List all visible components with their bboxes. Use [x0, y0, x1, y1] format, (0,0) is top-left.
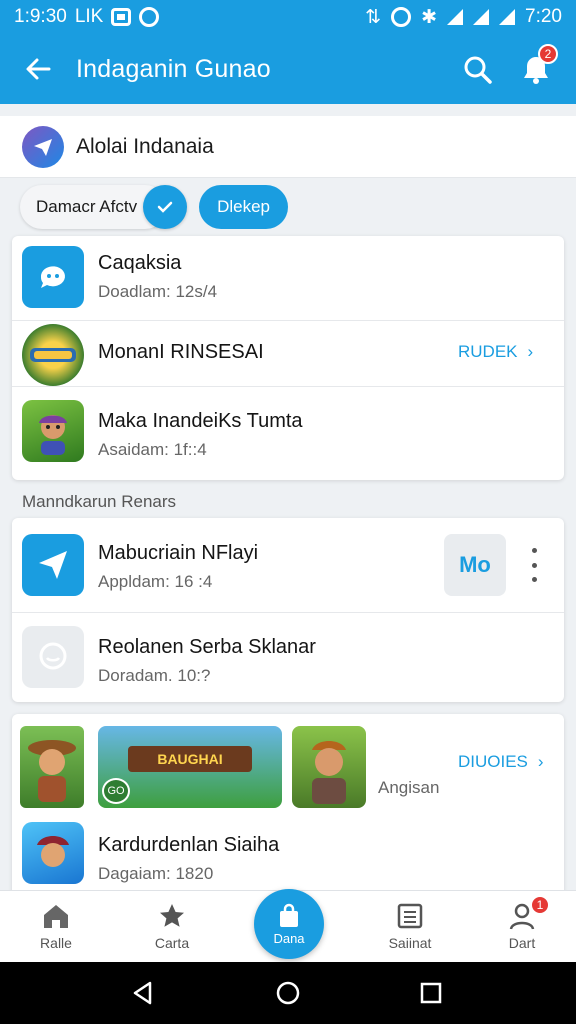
account-name: Alolai Indanaia: [76, 134, 214, 158]
notifications-button[interactable]: 2: [516, 44, 558, 88]
nav-label: Carta: [154, 935, 190, 951]
nav-label: Saiinat: [388, 935, 432, 951]
status-bar: 1:9:30 LIK ⇅ ✱ 7:20: [0, 0, 576, 34]
nav-label: Dana: [273, 930, 305, 946]
bluetooth-icon: ✱: [421, 6, 438, 28]
home-circle-icon: [276, 981, 300, 1005]
filter-chips: Damacr Afctv Dlekep: [20, 182, 289, 232]
star-icon: [132, 901, 212, 931]
character-icon: [22, 822, 84, 884]
section-title: Manndkarun Renars: [22, 492, 177, 511]
banner-title: BAUGHAI: [128, 746, 252, 772]
page-title: Indaganin Gunao: [76, 54, 271, 83]
back-triangle-icon: [133, 981, 152, 1005]
media-card: BAUGHAI GO DIUOIES › Angisan Kardurdenla…: [12, 714, 564, 890]
nav-label: Dart: [508, 935, 536, 951]
game-thumb-2[interactable]: [292, 726, 366, 808]
link-label: DIUOIES: [458, 752, 528, 771]
home-icon: [16, 901, 96, 931]
list-item[interactable]: MonanI RINSESAI RUDEK ›: [12, 320, 564, 386]
app-list-card-2: Mabucriain NFlayi Appldam: 16 :4 Mo Reol…: [12, 518, 564, 702]
back-nav-button[interactable]: [130, 980, 156, 1011]
check-icon: [157, 201, 173, 213]
rudek-link[interactable]: RUDEK ›: [458, 342, 533, 362]
list-item[interactable]: Caqaksia Doadlam: 12s/4: [12, 236, 564, 320]
item-subtitle: Doadlam: 12s/4: [98, 282, 218, 301]
list-icon: [370, 901, 450, 931]
bag-icon: [280, 903, 298, 927]
game-badge-icon: [22, 324, 84, 386]
list-item[interactable]: Reolanen Serba Sklanar Doradam. 10:?: [12, 612, 564, 702]
bottom-navigation: Ralle Carta Dana Saiinat 1 Dart: [0, 889, 576, 962]
item-subtitle: Doradam. 10:?: [98, 666, 211, 685]
account-logo-icon: [22, 125, 64, 168]
back-button[interactable]: [0, 34, 76, 104]
item-title: MonanI RINSESAI: [98, 341, 264, 363]
item-title: Kardurdenlan Siaiha: [98, 834, 280, 856]
chevron-right-icon: ›: [527, 342, 534, 361]
item-title: Mabucriain NFlayi: [98, 542, 259, 564]
game-thumb-1[interactable]: [20, 726, 84, 808]
item-title: Caqaksia: [98, 252, 182, 274]
arrow-left-icon: [26, 58, 51, 80]
data-icon: ⇅: [365, 6, 382, 28]
recents-square-icon: [420, 982, 442, 1004]
status-time-left: 1:9:30: [14, 6, 67, 27]
nav-home[interactable]: Ralle: [16, 901, 96, 959]
character-icon: [22, 400, 84, 462]
recents-nav-button[interactable]: [418, 980, 444, 1011]
nav-list[interactable]: Saiinat: [370, 901, 450, 959]
banner-badge: GO: [102, 778, 130, 804]
main-content: Alolai Indanaia Damacr Afctv Dlekep Caqa…: [0, 104, 576, 890]
game-banner[interactable]: BAUGHAI GO: [98, 726, 282, 808]
notification-square-icon: [111, 8, 132, 26]
media-caption: Angisan: [378, 778, 440, 797]
status-carrier: LIK: [74, 6, 104, 27]
nav-favorites[interactable]: Carta: [132, 901, 212, 959]
profile-badge: 1: [530, 895, 550, 915]
nav-label: Ralle: [40, 935, 72, 951]
signal-icon: [473, 9, 490, 25]
search-icon: [464, 56, 492, 84]
nav-profile[interactable]: 1 Dart: [482, 895, 562, 959]
link-label: RUDEK: [458, 342, 518, 361]
app-bar: Indaganin Gunao 2: [0, 34, 576, 104]
list-item[interactable]: Mabucriain NFlayi Appldam: 16 :4 Mo: [12, 518, 564, 612]
send-icon: [22, 534, 84, 596]
chevron-right-icon: ›: [537, 752, 544, 771]
more-options-icon[interactable]: [524, 548, 544, 582]
notification-badge: 2: [538, 44, 558, 64]
alarm-icon: [391, 7, 412, 27]
chat-bot-icon: [22, 246, 84, 308]
filter-check-button[interactable]: [143, 185, 188, 229]
status-time-right: 7:20: [525, 6, 562, 27]
notification-circle-icon: [139, 7, 160, 27]
diuoies-link[interactable]: DIUOIES ›: [458, 752, 544, 772]
item-subtitle: Dagaiam: 1820: [98, 864, 214, 883]
item-title: Maka InandeiKs Tumta: [98, 410, 303, 432]
item-title: Reolanen Serba Sklanar: [98, 636, 316, 658]
item-action-button[interactable]: Mo: [444, 534, 506, 596]
item-subtitle: Asaidam: 1f::4: [98, 440, 207, 459]
chat-bubble-icon: [22, 626, 84, 688]
signal-2-icon: [499, 9, 516, 25]
person-icon: [482, 901, 562, 931]
filter-chip-active[interactable]: Dlekep: [199, 185, 289, 229]
app-list-card: Caqaksia Doadlam: 12s/4 MonanI RINSESAI …: [12, 236, 564, 480]
system-navigation: [0, 962, 576, 1024]
home-nav-button[interactable]: [275, 980, 301, 1011]
wifi-icon: [447, 9, 464, 25]
account-row[interactable]: Alolai Indanaia: [0, 116, 576, 178]
search-button[interactable]: [458, 50, 498, 90]
list-item[interactable]: Maka InandeiKs Tumta Asaidam: 1f::4: [12, 386, 564, 480]
list-item[interactable]: Kardurdenlan Siaiha Dagaiam: 1820: [12, 818, 564, 890]
nav-center-button[interactable]: Dana: [254, 889, 324, 959]
item-subtitle: Appldam: 16 :4: [98, 572, 213, 591]
